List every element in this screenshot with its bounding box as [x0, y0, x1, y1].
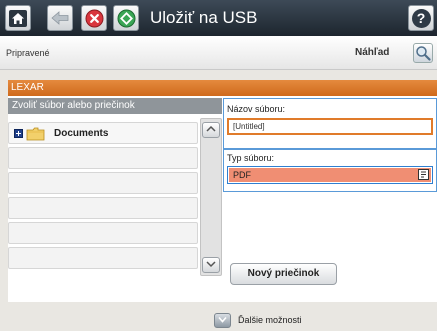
help-button[interactable]: ?	[408, 5, 434, 31]
list-item[interactable]	[8, 197, 198, 219]
device-name: LEXAR	[11, 82, 44, 93]
file-list-scrollbar[interactable]	[200, 118, 222, 276]
file-type-value: PDF	[233, 170, 251, 180]
file-name-label: Názov súboru:	[227, 104, 286, 114]
plus-icon[interactable]	[14, 129, 23, 138]
stop-button[interactable]	[81, 5, 107, 31]
file-type-label: Typ súboru:	[227, 153, 275, 163]
chevron-up-icon	[206, 125, 216, 132]
status-bar: Pripravené Náhľad	[0, 36, 437, 70]
preview-button[interactable]	[413, 43, 433, 63]
new-folder-button[interactable]: Nový priečinok	[230, 263, 337, 285]
list-item-label: Documents	[54, 128, 109, 139]
document-icon	[418, 169, 429, 180]
magnifier-icon	[416, 46, 431, 61]
scroll-up-button[interactable]	[202, 122, 220, 138]
back-button[interactable]	[47, 5, 73, 31]
start-button[interactable]	[113, 5, 139, 31]
save-panel: LEXAR Zvoliť súbor alebo priečinok Docum…	[8, 80, 437, 302]
more-options-label: Ďalšie možnosti	[238, 315, 302, 325]
device-bar: LEXAR	[8, 80, 437, 96]
list-item[interactable]	[8, 147, 198, 169]
title-bar: Uložiť na USB ?	[0, 0, 437, 36]
home-icon	[9, 9, 27, 27]
file-list: Documents	[8, 116, 198, 269]
list-item[interactable]	[8, 247, 198, 269]
more-options-button[interactable]	[214, 313, 231, 328]
scroll-down-button[interactable]	[202, 257, 220, 273]
back-arrow-icon	[51, 11, 69, 25]
list-item-documents[interactable]: Documents	[8, 122, 198, 144]
start-icon	[117, 9, 135, 27]
chevron-down-icon	[218, 316, 227, 323]
list-item[interactable]	[8, 172, 198, 194]
folder-icon	[26, 127, 45, 141]
file-type-select[interactable]: PDF	[227, 166, 433, 184]
chevron-down-icon	[206, 261, 216, 268]
status-text: Pripravené	[6, 48, 50, 58]
page-title: Uložiť na USB	[150, 8, 258, 27]
file-name-input[interactable]: [Untitled]	[227, 118, 433, 135]
help-icon: ?	[411, 8, 431, 28]
preview-label: Náhľad	[355, 47, 390, 58]
home-button[interactable]	[5, 5, 31, 31]
stop-icon	[85, 9, 103, 27]
file-list-header: Zvoliť súbor alebo priečinok	[8, 98, 222, 114]
list-item[interactable]	[8, 222, 198, 244]
